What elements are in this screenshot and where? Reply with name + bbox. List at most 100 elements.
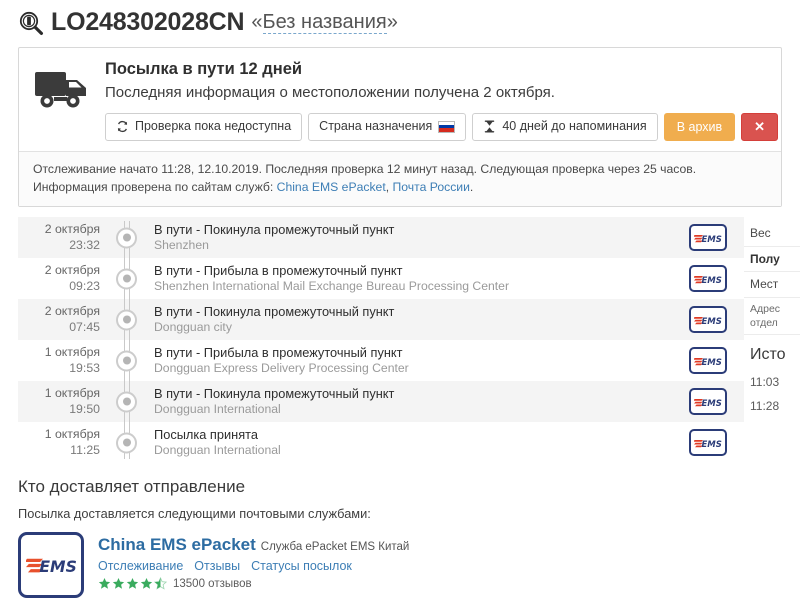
- event-status: В пути - Покинула промежуточный пункт: [154, 221, 395, 237]
- sources-prefix: Информация проверена по сайтам служб:: [33, 180, 277, 195]
- reviews-count: 13500 отзывов: [173, 577, 252, 590]
- star-icon: [112, 578, 125, 590]
- delete-button[interactable]: ✕: [741, 112, 779, 141]
- star-icon: [140, 578, 153, 590]
- timeline-axis: [110, 258, 144, 300]
- sidebar-history-time: 11:28: [750, 398, 780, 413]
- table-row[interactable]: 1 октября 19:53 В пути - Прибыла в проме…: [18, 340, 744, 382]
- carrier-links: Отслеживание Отзывы Статусы посылок: [98, 559, 409, 573]
- event-status: В пути - Покинула промежуточный пункт: [154, 303, 395, 319]
- alias-edit-link[interactable]: Без названия: [262, 11, 387, 34]
- timeline-axis: [110, 381, 144, 423]
- timeline-axis: [110, 299, 144, 341]
- ems-logo-icon: EMS: [689, 429, 727, 457]
- close-icon: ✕: [754, 118, 766, 134]
- tracking-number: LO248302028CN: [51, 8, 245, 36]
- status-texts: Посылка в пути 12 дней Последняя информа…: [105, 60, 779, 141]
- archive-button[interactable]: В архив: [663, 112, 736, 141]
- archive-label: В архив: [676, 119, 723, 134]
- carrier-name[interactable]: China EMS ePacket: [98, 535, 256, 554]
- source-link-russianpost[interactable]: Почта России: [393, 180, 470, 194]
- timeline-axis: [110, 422, 144, 463]
- sidebar-address-block: Адрес отдел: [744, 298, 800, 335]
- sidebar-address-line-1: Адрес: [750, 302, 781, 315]
- reminder-label: 40 дней до напоминания: [502, 118, 647, 133]
- svg-text:EMS: EMS: [702, 358, 722, 368]
- carrier-description: Служба ePacket EMS Китай: [260, 541, 410, 554]
- reminder-button[interactable]: 40 дней до напоминания: [472, 112, 658, 141]
- event-body: В пути - Прибыла в промежуточный пункт D…: [144, 345, 672, 377]
- timeline-node-icon: [116, 350, 137, 372]
- page-header: LO248302028CN «Без названия»: [0, 0, 800, 43]
- event-body: В пути - Покинула промежуточный пункт Sh…: [144, 222, 672, 254]
- timeline-node-icon: [116, 432, 137, 454]
- rating-stars: [98, 577, 167, 590]
- timeline-node-icon: [116, 391, 137, 413]
- event-time: 09:23: [69, 278, 100, 293]
- tracking-info-line-1: Отслеживание начато 11:28, 12.10.2019. П…: [33, 161, 697, 176]
- refresh-icon: [116, 120, 129, 133]
- timeline-axis: [110, 217, 144, 259]
- event-status: В пути - Покинула промежуточный пункт: [154, 385, 395, 401]
- table-row[interactable]: 1 октября 11:25 Посылка принята Dongguan…: [18, 422, 744, 464]
- carrier-link-statuses[interactable]: Статусы посылок: [251, 559, 352, 573]
- tracking-timeline: 2 октября 23:32 В пути - Покинула промеж…: [0, 217, 744, 464]
- delivery-section: Кто доставляет отправление Посылка доста…: [0, 463, 800, 599]
- status-panel-top: Посылка в пути 12 дней Последняя информа…: [19, 48, 781, 151]
- ems-logo-icon: EMS: [689, 388, 727, 416]
- event-time: 23:32: [69, 237, 100, 252]
- event-body: Посылка принята Dongguan International: [144, 427, 672, 459]
- timeline-node-icon: [116, 227, 137, 249]
- event-carrier: EMS: [672, 224, 744, 252]
- event-carrier: EMS: [672, 388, 744, 416]
- sources-suffix: .: [469, 180, 474, 195]
- event-time: 11:25: [70, 442, 100, 457]
- svg-text:EMS: EMS: [702, 235, 722, 245]
- event-datetime: 1 октября 19:53: [18, 345, 110, 376]
- event-datetime: 1 октября 19:50: [18, 386, 110, 417]
- status-panel: Посылка в пути 12 дней Последняя информа…: [18, 47, 782, 208]
- event-place: Dongguan International: [154, 443, 281, 458]
- event-place: Dongguan International: [154, 402, 281, 417]
- content-area: 2 октября 23:32 В пути - Покинула промеж…: [0, 217, 800, 464]
- table-row[interactable]: 2 октября 23:32 В пути - Покинула промеж…: [18, 217, 744, 259]
- event-body: В пути - Покинула промежуточный пункт Do…: [144, 386, 672, 418]
- ems-logo-icon: EMS: [689, 306, 727, 334]
- refresh-check-button[interactable]: Проверка пока недоступна: [105, 112, 303, 141]
- svg-text:EMS: EMS: [702, 399, 722, 409]
- ems-logo-icon: EMS: [18, 532, 84, 599]
- event-status: В пути - Прибыла в промежуточный пункт: [154, 344, 403, 360]
- refresh-check-label: Проверка пока недоступна: [135, 118, 292, 133]
- sidebar-weight-label: Вес: [744, 221, 800, 247]
- sidebar-recipient-label: Полу: [744, 247, 800, 273]
- event-datetime: 2 октября 09:23: [18, 263, 110, 294]
- table-row[interactable]: 1 октября 19:50 В пути - Покинула промеж…: [18, 381, 744, 423]
- event-carrier: EMS: [672, 429, 744, 457]
- carrier-link-reviews[interactable]: Отзывы: [194, 559, 240, 573]
- russia-flag-icon: [438, 120, 456, 133]
- tracking-info-strip: Отслеживание начато 11:28, 12.10.2019. П…: [19, 150, 781, 207]
- table-row[interactable]: 2 октября 09:23 В пути - Прибыла в проме…: [18, 258, 744, 300]
- carrier-link-tracking[interactable]: Отслеживание: [98, 559, 183, 573]
- event-place: Shenzhen: [154, 238, 209, 253]
- rating-row: 13500 отзывов: [98, 577, 409, 590]
- svg-text:EMS: EMS: [702, 276, 722, 286]
- event-status: В пути - Прибыла в промежуточный пункт: [154, 262, 403, 278]
- event-body: В пути - Прибыла в промежуточный пункт S…: [144, 263, 672, 295]
- star-icon: [98, 578, 111, 590]
- table-row[interactable]: 2 октября 07:45 В пути - Покинула промеж…: [18, 299, 744, 341]
- status-subtitle: Последняя информация о местоположении по…: [105, 83, 555, 101]
- event-date: 2 октября: [44, 263, 100, 278]
- alias-open-quote: «: [251, 11, 263, 33]
- source-link-ems[interactable]: China EMS ePacket: [277, 180, 386, 194]
- event-datetime: 2 октября 23:32: [18, 222, 110, 253]
- event-date: 2 октября: [44, 304, 100, 319]
- event-datetime: 1 октября 11:25: [18, 427, 110, 458]
- destination-country-button[interactable]: Страна назначения: [308, 112, 467, 141]
- carrier-info: China EMS ePacket Служба ePacket EMS Кита…: [98, 532, 409, 590]
- destination-country-label: Страна назначения: [319, 118, 433, 133]
- tracking-alias: «Без названия»: [251, 11, 398, 34]
- event-date: 1 октября: [44, 386, 100, 401]
- action-button-row: Проверка пока недоступна Страна назначен…: [105, 112, 779, 141]
- event-datetime: 2 октября 07:45: [18, 304, 110, 335]
